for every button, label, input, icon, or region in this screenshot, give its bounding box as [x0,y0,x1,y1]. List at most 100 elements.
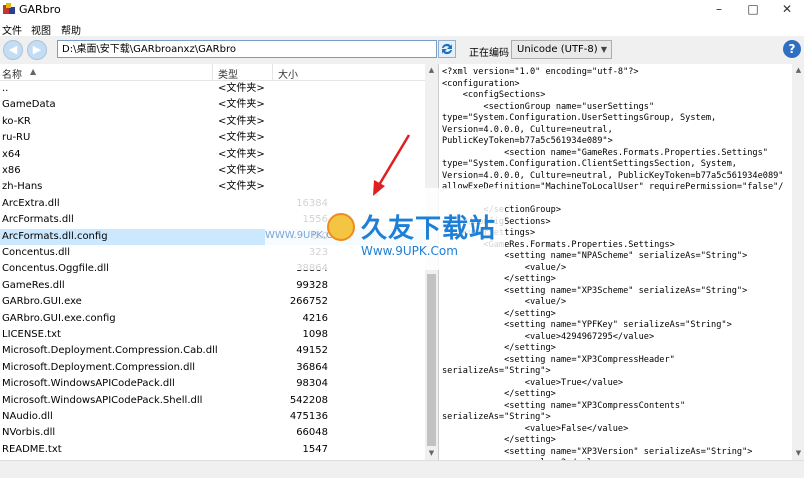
cell-name: NAudio.dll [2,411,53,422]
cell-size: 99328 [296,279,328,291]
table-row[interactable]: Microsoft.Deployment.Compression.Cab.dll… [0,343,425,359]
refresh-button[interactable] [438,40,456,58]
cell-name: zh-Hans [2,181,43,193]
table-row[interactable]: ko-KR <文件夹> [0,114,425,130]
cell-name: x64 [2,148,21,160]
table-row[interactable]: Microsoft.WindowsAPICodePack.dll 98304 [0,376,425,392]
close-icon[interactable]: ✕ [772,0,802,20]
scroll-down-icon[interactable]: ▼ [792,447,804,460]
preview-line: serializeAs="String"> [442,412,551,422]
scroll-down-icon[interactable]: ▼ [425,447,438,460]
table-row[interactable]: .. <文件夹> [0,81,425,97]
cell-type: <文件夹> [218,83,265,94]
red-arrow-annotation [373,134,411,196]
preview-line: </setting> [442,389,556,399]
preview-line: <setting name="XP3Version" serializeAs="… [442,446,753,457]
preview-line: </setting> [442,308,556,319]
cell-name: Concentus.dll [2,247,70,258]
forward-button[interactable]: ▶ [27,40,47,60]
cell-size: 542208 [289,394,328,406]
header-name[interactable]: 名称 [2,66,22,81]
list-header: 名称 ▲ 类型 大小 [0,64,425,81]
preview-line: <setting name="XP3Scheme" serializeAs="S… [442,285,748,296]
preview-line: type="System.Configuration.UserSettingsG… [442,113,717,123]
table-row[interactable]: README.txt 1547 [0,442,425,458]
table-row[interactable]: LICENSE.txt 1098 [0,327,425,343]
cell-name: Microsoft.WindowsAPICodePack.dll [2,378,175,390]
cell-name: GameRes.dll [2,279,65,291]
watermark-logo [327,213,355,241]
cell-size: 98304 [296,378,328,390]
title-bar: GARbro – □ ✕ [0,0,804,20]
cell-name: LICENSE.txt [2,329,61,340]
table-row[interactable]: GARbro.GUI.exe 266752 [0,294,425,310]
cell-name: README.txt [2,443,62,455]
table-row[interactable]: GameRes.dll 99328 [0,278,425,294]
cell-type: <文件夹> [218,99,265,111]
cell-name: ArcFormats.dll.config [2,230,108,242]
cell-name: ru-RU [2,132,31,144]
column-divider[interactable] [212,64,213,80]
maximize-icon[interactable]: □ [738,0,768,20]
cell-size: 475136 [289,411,328,422]
preview-line: <value>True</value> [442,377,624,388]
table-row[interactable]: GARbro.GUI.exe.config 4216 [0,311,425,327]
menu-file[interactable]: 文件 [2,22,22,37]
preview-line: <value>4294967295</value> [442,331,655,342]
cell-name: Concentus.Oggfile.dll [2,263,109,275]
cell-name: Microsoft.WindowsAPICodePack.Shell.dll [2,394,203,406]
column-divider[interactable] [272,64,273,80]
table-row[interactable]: NAudio.dll 475136 [0,409,425,425]
back-button[interactable]: ◀ [3,40,23,60]
preview-scrollbar[interactable]: ▲ ▼ [792,64,804,460]
table-row[interactable]: NVorbis.dll 66048 [0,425,425,441]
cell-name: ArcFormats.dll [2,214,74,226]
table-row[interactable]: GameData <文件夹> [0,97,425,113]
scrollbar-thumb[interactable] [427,274,436,446]
preview-line: <setting name="XP3CompressHeader" [442,354,675,365]
table-row[interactable]: ru-RU <文件夹> [0,130,425,146]
cell-type: <文件夹> [218,181,265,193]
cell-size: 266752 [289,296,328,308]
app-icon [3,3,15,14]
preview-line: Version=4.0.0.0, Culture=neutral, [442,124,613,135]
table-row[interactable]: Microsoft.WindowsAPICodePack.Shell.dll 54… [0,393,425,409]
toolbar: ◀ ▶ D:\桌面\安下载\GARbroanxz\GARbro 正在编码 Uni… [0,36,804,65]
cell-name: x86 [2,165,21,176]
table-row[interactable]: x86 <文件夹> [0,163,425,179]
preview-line: <setting name="XP3CompressContents" [442,400,686,411]
path-input[interactable]: D:\桌面\安下载\GARbroanxz\GARbro [57,40,437,58]
preview-line: PublicKeyToken=b77a5c561934e089"> [442,136,613,146]
cell-size: 66048 [296,427,328,439]
scroll-up-icon[interactable]: ▲ [792,64,804,77]
cell-name: Microsoft.Deployment.Compression.dll [2,361,196,373]
menu-view[interactable]: 视图 [31,22,51,37]
encoding-select[interactable]: Unicode (UTF-8) ▼ [511,40,612,59]
minimize-icon[interactable]: – [704,0,734,20]
table-row[interactable]: Microsoft.Deployment.Compression.dll 3686… [0,360,425,376]
preview-line: Version=4.0.0.0, Culture=neutral, Public… [442,170,784,181]
table-row[interactable]: x64 <文件夹> [0,147,425,163]
preview-line: type="System.Configuration.ClientSetting… [442,159,737,169]
window-title: GARbro [19,3,61,16]
header-size[interactable]: 大小 [278,66,298,81]
cell-type: <文件夹> [218,165,265,176]
cell-name: Microsoft.Deployment.Compression.Cab.dll [2,345,218,357]
cell-size: 4216 [302,312,328,324]
cell-name: ko-KR [2,115,31,127]
scroll-up-icon[interactable]: ▲ [425,64,438,77]
cell-name: ArcExtra.dll [2,197,60,209]
cell-name: GARbro.GUI.exe [2,296,82,308]
cell-size: 1098 [302,329,328,340]
header-type[interactable]: 类型 [218,66,238,81]
preview-line: </setting> [442,274,556,284]
refresh-icon [442,43,452,55]
preview-line: <value/> [442,297,567,307]
help-button[interactable]: ? [783,40,801,58]
chevron-down-icon: ▼ [600,45,607,54]
menu-bar: 文件 视图 帮助 [0,20,804,37]
menu-help[interactable]: 帮助 [61,22,81,37]
preview-line: </setting> [442,435,556,445]
cell-size: 36864 [296,361,328,373]
preview-line: <configSections> [442,90,546,100]
